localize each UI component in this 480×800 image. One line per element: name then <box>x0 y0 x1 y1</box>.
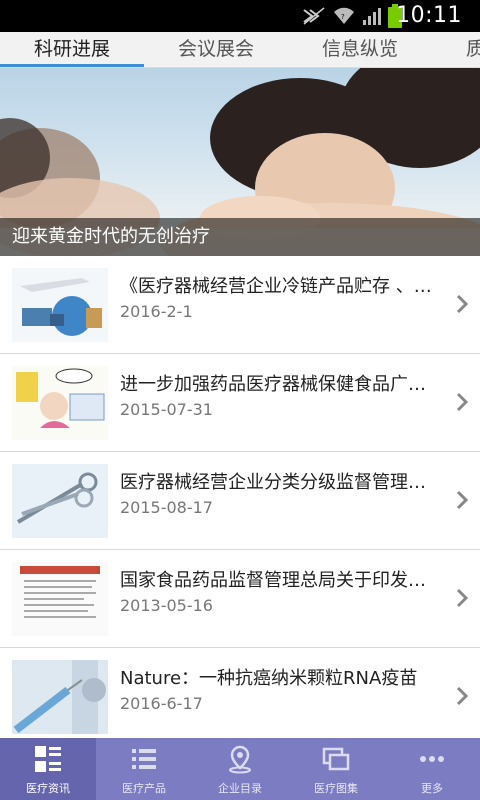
grid-list-icon <box>33 744 63 778</box>
nav-label: 医疗图集 <box>314 782 358 795</box>
list-item[interactable]: 国家食品药品监督管理总局关于印发… 2013-05-16 <box>0 550 480 648</box>
tab-bar: 科研进展 会议展会 信息纵览 质 <box>0 32 480 68</box>
list-item[interactable]: 进一步加强药品医疗器械保健食品广… 2015-07-31 <box>0 354 480 452</box>
chevron-right-icon <box>456 392 469 416</box>
status-bar: ? 10:11 <box>0 0 480 32</box>
list-item[interactable]: 医疗器械经营企业分类分级监督管理… 2015-08-17 <box>0 452 480 550</box>
bottom-nav: 医疗资讯 医疗产品 企业目录 医疗图集 更多 <box>0 738 480 800</box>
banner-caption: 迎来黄金时代的无创治疗 <box>0 218 480 256</box>
news-date: 2016-6-17 <box>120 694 203 713</box>
news-title: Nature：一种抗癌纳米颗粒RNA疫苗 <box>120 668 418 689</box>
chevron-right-icon <box>456 588 469 612</box>
document-thumb <box>12 562 108 636</box>
nav-label: 医疗资讯 <box>26 782 70 795</box>
tab-conferences[interactable]: 会议展会 <box>178 32 254 67</box>
wifi-icon: ? <box>332 6 356 30</box>
nav-label: 医疗产品 <box>122 782 166 795</box>
scissors-thumb <box>12 464 108 538</box>
nav-more[interactable]: 更多 <box>384 738 480 800</box>
svg-text:?: ? <box>341 13 345 21</box>
tab-indicator <box>0 64 144 67</box>
chevron-right-icon <box>456 686 469 710</box>
featured-banner[interactable]: 迎来黄金时代的无创治疗 <box>0 68 480 256</box>
news-list: 《医疗器械经营企业冷链产品贮存 、… 2016-2-1 进一步加强药品医疗器械保… <box>0 256 480 738</box>
news-date: 2015-08-17 <box>120 498 213 517</box>
list-item[interactable]: 《医疗器械经营企业冷链产品贮存 、… 2016-2-1 <box>0 256 480 354</box>
news-date: 2013-05-16 <box>120 596 213 615</box>
signal-icon <box>362 6 384 30</box>
tab-research-progress[interactable]: 科研进展 <box>34 32 110 67</box>
location-pin-icon <box>225 744 255 778</box>
nav-medical-news[interactable]: 医疗资讯 <box>0 738 96 800</box>
chevron-right-icon <box>456 294 469 318</box>
tab-quality[interactable]: 质 <box>466 32 480 67</box>
cartoon-thumb <box>12 366 108 440</box>
list-item[interactable]: Nature：一种抗癌纳米颗粒RNA疫苗 2016-6-17 <box>0 648 480 738</box>
list-icon <box>129 744 159 778</box>
news-title: 进一步加强药品医疗器械保健食品广… <box>120 374 426 395</box>
more-icon <box>417 744 447 778</box>
gallery-icon <box>321 744 351 778</box>
nav-label: 企业目录 <box>218 782 262 795</box>
nav-company-directory[interactable]: 企业目录 <box>192 738 288 800</box>
news-title: 医疗器械经营企业分类分级监督管理… <box>120 472 426 493</box>
news-title: 国家食品药品监督管理总局关于印发… <box>120 570 426 591</box>
nav-medical-products[interactable]: 医疗产品 <box>96 738 192 800</box>
clock: 10:11 <box>396 3 462 28</box>
news-date: 2015-07-31 <box>120 400 213 419</box>
mute-icon <box>302 6 326 30</box>
nav-label: 更多 <box>421 782 443 795</box>
syringe-thumb <box>12 660 108 734</box>
news-date: 2016-2-1 <box>120 302 193 321</box>
tab-information[interactable]: 信息纵览 <box>322 32 398 67</box>
logistics-thumb <box>12 268 108 342</box>
news-title: 《医疗器械经营企业冷链产品贮存 、… <box>120 276 432 297</box>
nav-medical-gallery[interactable]: 医疗图集 <box>288 738 384 800</box>
chevron-right-icon <box>456 490 469 514</box>
